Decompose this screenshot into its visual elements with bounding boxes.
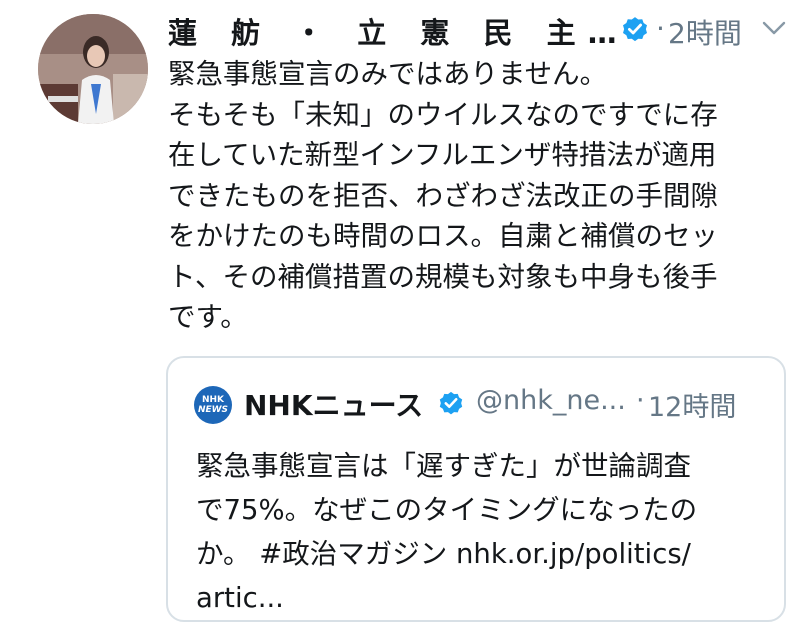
tweet-body-line: ト、その補償措置の規模も対象も中身も後手 bbox=[168, 260, 718, 293]
quoted-tweet-timestamp[interactable]: 12時間 bbox=[648, 385, 736, 424]
header-separator: · bbox=[656, 12, 665, 45]
quoted-tweet-body: 緊急事態宣言は「遅すぎた」が世論調査 で75%。なぜこのタイミングになったの か… bbox=[196, 444, 766, 620]
tweet-body-line: をかけたのも時間のロス。自粛と補償のセッ bbox=[168, 220, 718, 252]
author-display-name[interactable]: 蓮 舫 ・ 立 憲 民 主… bbox=[168, 10, 629, 52]
verified-badge-icon bbox=[620, 14, 650, 44]
tweet-body-line: できたものを拒否、わざわざ法改正の手間隙 bbox=[168, 179, 718, 212]
tweet-body-line: 在していた新型インフルエンザ特措法が適用 bbox=[168, 139, 717, 171]
nhk-news-logo[interactable]: NHK NEWS bbox=[194, 386, 232, 424]
avatar[interactable] bbox=[38, 14, 148, 124]
tweet-body-line: そもそも「未知」のウイルスなのですでに存 bbox=[168, 98, 718, 131]
quoted-body-line: で75%。なぜこのタイミングになったの bbox=[196, 494, 698, 526]
quoted-body-line: artic... bbox=[196, 582, 284, 614]
quoted-author-display-name[interactable]: NHKニュース bbox=[244, 384, 423, 424]
profile-photo-icon bbox=[38, 14, 148, 124]
quoted-header-separator: · bbox=[636, 385, 645, 416]
tweet-card[interactable]: 蓮 舫 ・ 立 憲 民 主… · 2時間 緊急事態宣言のみではありません。 そも… bbox=[0, 0, 804, 632]
tweet-header: 蓮 舫 ・ 立 憲 民 主… · 2時間 bbox=[168, 8, 798, 50]
quoted-body-line: 緊急事態宣言は「遅すぎた」が世論調査 bbox=[196, 450, 691, 482]
tweet-body: 緊急事態宣言のみではありません。 そもそも「未知」のウイルスなのですでに存 在し… bbox=[168, 54, 768, 338]
quoted-tweet-card[interactable]: NHK NEWS NHKニュース @nhk_ne... · 12時間 緊急事態宣… bbox=[166, 356, 786, 622]
verified-badge-icon bbox=[437, 389, 465, 417]
tweet-timestamp[interactable]: 2時間 bbox=[668, 12, 742, 52]
nhk-logo-subtext: NEWS bbox=[197, 405, 229, 415]
tweet-body-line: です。 bbox=[168, 301, 248, 333]
quoted-author-handle[interactable]: @nhk_ne... bbox=[476, 385, 626, 416]
tweet-body-line: 緊急事態宣言のみではありません。 bbox=[168, 58, 608, 90]
nhk-logo-text: NHK bbox=[201, 395, 225, 405]
quoted-body-line: か。 #政治マガジン nhk.or.jp/politics/ bbox=[196, 538, 691, 570]
chevron-down-icon[interactable] bbox=[762, 20, 786, 36]
